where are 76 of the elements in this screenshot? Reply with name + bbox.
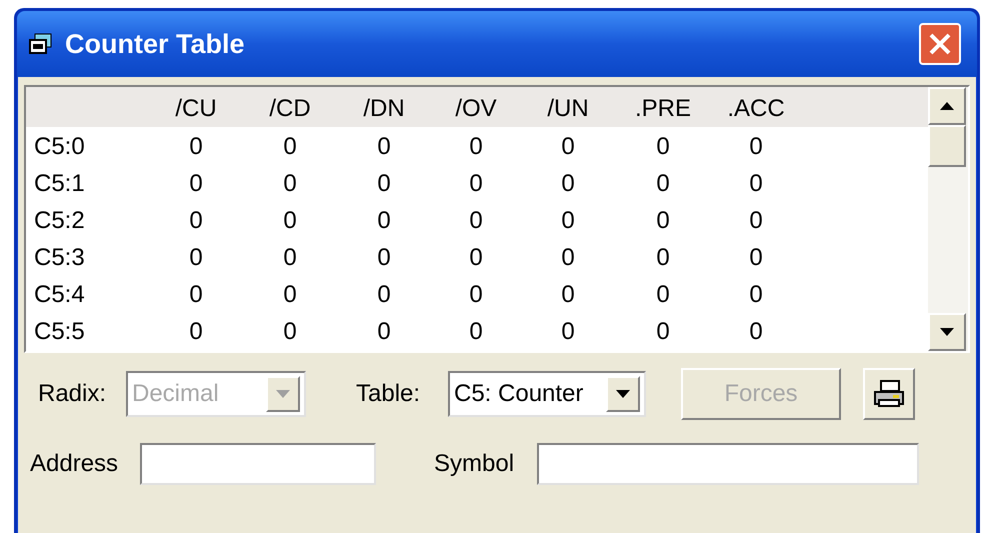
table-cell-text: 0 bbox=[469, 169, 483, 199]
table-cell-text: 0 bbox=[656, 280, 670, 310]
table-cell-text: 0 bbox=[656, 169, 670, 199]
table-cell-text: 0 bbox=[469, 206, 483, 236]
table-cell-text: 0 bbox=[283, 317, 297, 347]
table-cell-text: 0 bbox=[469, 243, 483, 273]
print-button[interactable] bbox=[863, 368, 915, 420]
table-icon bbox=[29, 33, 53, 55]
table-cell-text: 0 bbox=[561, 206, 575, 236]
row-address: C5:1 bbox=[34, 169, 85, 199]
row-address: C5:3 bbox=[34, 243, 85, 273]
table-cell-text: 0 bbox=[283, 280, 297, 310]
down-arrow-icon bbox=[940, 328, 954, 336]
table-cell-text: 0 bbox=[561, 317, 575, 347]
table-cell-text: 0 bbox=[656, 206, 670, 236]
table-cell-text: 0 bbox=[749, 280, 763, 310]
close-icon bbox=[928, 32, 952, 56]
table-cell-text: 0 bbox=[749, 132, 763, 162]
table-cell-text: 0 bbox=[283, 243, 297, 273]
table-cell-text: 0 bbox=[561, 280, 575, 310]
table-cell-text: 0 bbox=[749, 243, 763, 273]
close-button[interactable] bbox=[919, 23, 961, 65]
dropdown-value: C5: Counter bbox=[454, 379, 584, 409]
symbol-field[interactable] bbox=[537, 443, 919, 485]
row-address: C5:2 bbox=[34, 206, 85, 236]
row-address: C5:4 bbox=[34, 280, 85, 310]
symbol-label: Symbol bbox=[434, 449, 516, 479]
table-cell-text: 0 bbox=[469, 132, 483, 162]
table-cell-text: 0 bbox=[469, 280, 483, 310]
table-cell-text: 0 bbox=[377, 243, 391, 273]
table-cell-text: 0 bbox=[656, 317, 670, 347]
table-cell-text: 0 bbox=[377, 169, 391, 199]
table-cell-text: 0 bbox=[749, 317, 763, 347]
scroll-thumb[interactable] bbox=[928, 125, 966, 167]
printer-icon bbox=[873, 380, 905, 408]
table-cell-text: 0 bbox=[561, 169, 575, 199]
table-cell-text: 0 bbox=[189, 280, 203, 310]
row-address: C5:0 bbox=[34, 132, 85, 162]
column-header: .PRE bbox=[635, 94, 691, 124]
radix-label: Radix: bbox=[38, 379, 108, 409]
caret-icon bbox=[276, 390, 290, 398]
column-header: /DN bbox=[363, 94, 405, 124]
table-cell-text: 0 bbox=[749, 206, 763, 236]
window-title: Counter Table bbox=[65, 28, 246, 61]
up-arrow-icon bbox=[940, 102, 954, 110]
table-cell-text: 0 bbox=[189, 317, 203, 347]
table-cell-text: 0 bbox=[189, 243, 203, 273]
column-header: /CU bbox=[175, 94, 217, 124]
table-cell-text: 0 bbox=[283, 169, 297, 199]
table-cell-text: 0 bbox=[377, 317, 391, 347]
address-label: Address bbox=[30, 449, 120, 479]
column-header: /UN bbox=[547, 94, 589, 124]
table-cell-text: 0 bbox=[656, 132, 670, 162]
table-cell-text: 0 bbox=[749, 169, 763, 199]
table-cell-text: 0 bbox=[377, 132, 391, 162]
row-address: C5:5 bbox=[34, 317, 85, 347]
table-cell-text: 0 bbox=[377, 280, 391, 310]
column-header: .ACC bbox=[727, 94, 785, 124]
dropdown-value: Decimal bbox=[132, 379, 220, 409]
table-cell-text: 0 bbox=[377, 206, 391, 236]
table-cell-text: 0 bbox=[189, 169, 203, 199]
table-cell-text: 0 bbox=[656, 243, 670, 273]
table-label: Table: bbox=[356, 379, 422, 409]
column-header: /CD bbox=[269, 94, 311, 124]
dropdown[interactable]: C5: Counter bbox=[448, 371, 646, 417]
table-cell-text: 0 bbox=[189, 132, 203, 162]
table-cell-text: 0 bbox=[561, 132, 575, 162]
table-cell-text: 0 bbox=[283, 132, 297, 162]
table-cell-text: 0 bbox=[283, 206, 297, 236]
address-field[interactable] bbox=[140, 443, 376, 485]
table-cell-text: 0 bbox=[189, 206, 203, 236]
scrollbar[interactable] bbox=[928, 87, 968, 351]
table-cell-text: 0 bbox=[469, 317, 483, 347]
caret-icon bbox=[616, 390, 630, 398]
column-header: /OV bbox=[455, 94, 497, 124]
table-cell-text: 0 bbox=[561, 243, 575, 273]
